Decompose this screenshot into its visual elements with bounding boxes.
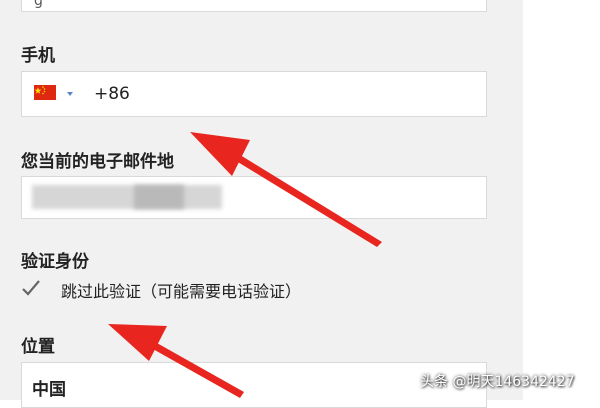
arrow-head-email (190, 132, 250, 176)
arrow-head-location (108, 324, 167, 361)
annotation-arrows (108, 132, 382, 398)
watermark-text: 头条 @明天146342427 (420, 374, 575, 390)
arrow-to-location-label (144, 338, 244, 398)
arrow-to-email-field (228, 150, 382, 247)
